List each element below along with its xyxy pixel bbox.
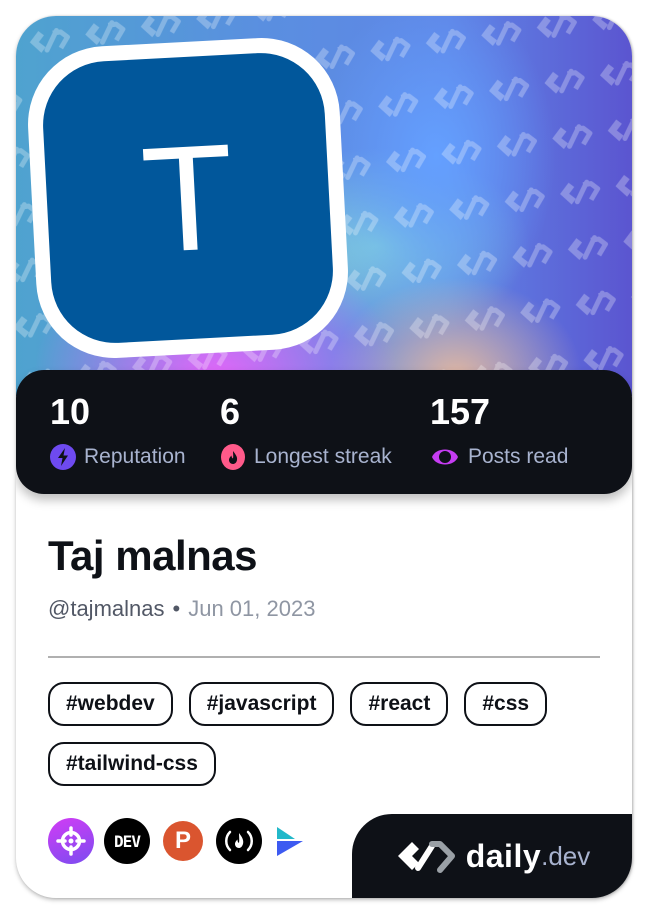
daily-dev-logo-icon: [397, 841, 455, 873]
tag-react[interactable]: #react: [350, 682, 449, 726]
profile-meta: @tajmalnas • Jun 01, 2023: [48, 594, 315, 624]
username: @tajmalnas: [48, 596, 165, 621]
avatar-initial: T: [137, 111, 239, 285]
stat-label: Posts read: [468, 445, 569, 468]
stat-value: 10: [50, 391, 91, 432]
dev-to-icon[interactable]: DEV: [104, 818, 150, 864]
profile-name: Taj malnas: [48, 532, 257, 579]
joined-date: Jun 01, 2023: [188, 596, 316, 621]
avatar[interactable]: T: [39, 49, 337, 347]
posts-read-ring-icon: [432, 449, 458, 465]
cover-background: T: [16, 16, 632, 396]
sources-list: DEV P: [48, 818, 308, 864]
crosshair-source-icon[interactable]: [48, 818, 94, 864]
freecodecamp-icon[interactable]: [216, 818, 262, 864]
stat-value: 157: [430, 391, 491, 432]
stats-bar: 10 Reputation 6 Longest streak 157 Posts…: [16, 370, 632, 494]
brand-name: daily: [465, 837, 542, 874]
stat-value: 6: [220, 391, 241, 432]
stat-label: Reputation: [84, 445, 186, 468]
tag-tailwind-css[interactable]: #tailwind-css: [48, 742, 216, 786]
daily-dev-brand[interactable]: daily .dev: [352, 814, 632, 898]
tag-css[interactable]: #css: [464, 682, 548, 726]
divider: [48, 656, 600, 658]
stat-longest-streak: 6 Longest streak: [220, 390, 392, 470]
avatar-frame: T: [24, 34, 352, 362]
tag-javascript[interactable]: #javascript: [188, 682, 335, 726]
product-hunt-icon[interactable]: P: [163, 821, 203, 861]
stat-posts-read: 157 Posts read: [430, 390, 568, 470]
stat-reputation: 10 Reputation: [50, 390, 186, 470]
arrow-source-icon[interactable]: [272, 818, 308, 864]
tags-list: #webdev #javascript #react #css #tailwin…: [48, 682, 608, 786]
meta-separator: •: [172, 596, 181, 621]
brand-tld: .dev: [541, 840, 591, 871]
profile-card: T 10 Reputation 6 Longest streak 157 Pos…: [16, 16, 632, 898]
reputation-lightning-icon: [50, 444, 76, 470]
stat-label: Longest streak: [254, 445, 392, 468]
tag-webdev[interactable]: #webdev: [48, 682, 173, 726]
streak-flame-icon: [221, 444, 245, 470]
